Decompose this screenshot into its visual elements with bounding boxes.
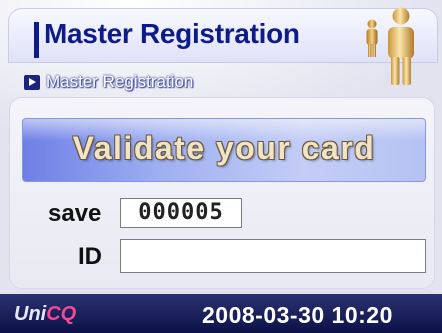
arrow-right-icon	[24, 75, 40, 90]
breadcrumb: Master Registration	[10, 71, 310, 93]
datetime: 2008-03-30 10:20	[202, 302, 393, 328]
breadcrumb-label: Master Registration	[46, 72, 194, 91]
banner-text: Validate your card	[72, 130, 376, 166]
brand-prefix: Uni	[14, 303, 47, 325]
id-field[interactable]	[120, 239, 426, 273]
id-label: ID	[78, 243, 102, 270]
users-icon	[388, 7, 414, 85]
title-separator	[34, 22, 39, 58]
save-label: save	[48, 200, 102, 227]
instruction-banner: Validate your card	[22, 118, 426, 182]
save-field[interactable]: 000005	[120, 198, 242, 228]
user-icon	[366, 19, 378, 57]
status-bar: UniCQ 2008-03-30 10:20	[0, 294, 442, 333]
screen: Master Registration Master Registration …	[0, 0, 442, 333]
brand-accent: CQ	[46, 303, 77, 325]
brand-logo: UniCQ	[14, 303, 76, 326]
page-title: Master Registration	[44, 18, 300, 49]
